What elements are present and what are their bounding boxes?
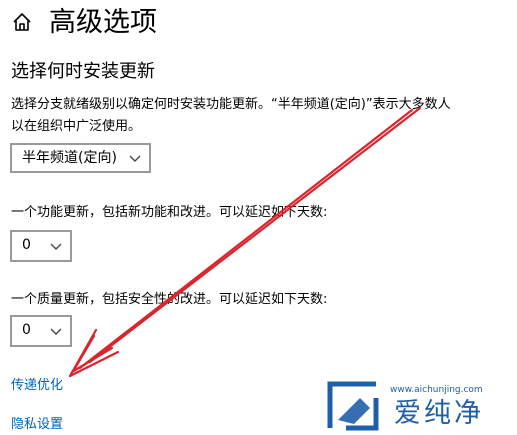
home-icon[interactable]	[11, 11, 33, 33]
page-title: 高级选项	[49, 7, 157, 38]
quality-update-label: 一个质量更新，包括安全性的改进。可以延迟如下天数:	[11, 292, 328, 307]
description-line-2: 以在组织中广泛使用。	[11, 119, 142, 134]
feature-update-label: 一个功能更新，包括新功能和改进。可以延迟如下天数:	[11, 205, 328, 220]
chevron-down-icon	[129, 155, 141, 162]
watermark: www.aichunjing.com 爱纯净	[324, 378, 517, 434]
delivery-optimization-link[interactable]: 传递优化	[11, 376, 63, 396]
quality-defer-value: 0	[22, 322, 31, 338]
feature-defer-value: 0	[22, 237, 31, 253]
branch-description: 选择分支就绪级别以确定何时安装功能更新。“半年频道(定向)”表示大多数人 以在组…	[11, 94, 517, 138]
chevron-down-icon	[50, 243, 62, 250]
branch-select-value: 半年频道(定向)	[22, 150, 117, 166]
quality-defer-select[interactable]: 0	[10, 315, 72, 347]
description-line-1: 选择分支就绪级别以确定何时安装功能更新。“半年频道(定向)”表示大多数人	[11, 97, 451, 112]
feature-defer-select[interactable]: 0	[10, 230, 72, 262]
section-heading: 选择何时安装更新	[11, 61, 155, 82]
watermark-logo-icon	[327, 381, 379, 431]
chevron-down-icon	[50, 328, 62, 335]
branch-readiness-select[interactable]: 半年频道(定向)	[10, 143, 151, 173]
privacy-settings-link[interactable]: 隐私设置	[11, 415, 63, 435]
watermark-text: 爱纯净	[394, 398, 484, 429]
